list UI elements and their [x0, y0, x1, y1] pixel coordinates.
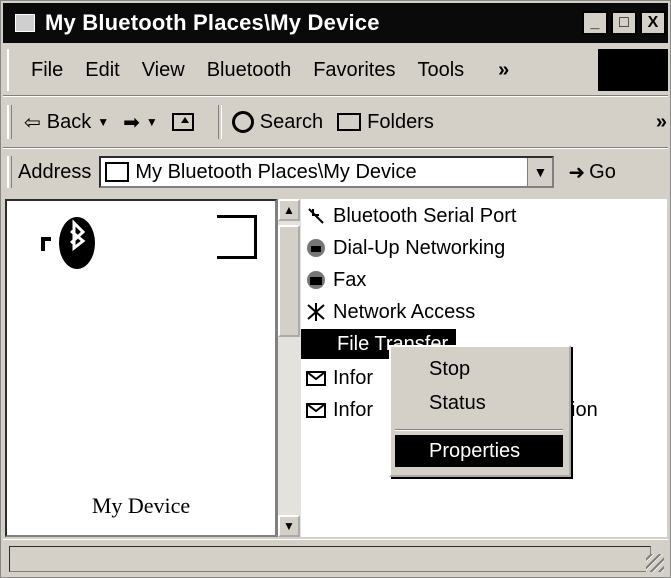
address-dropdown-button[interactable]: ▼: [527, 158, 553, 186]
go-arrow-icon: ➜: [568, 161, 586, 184]
service-label: Fax: [333, 268, 367, 291]
up-folder-button[interactable]: [171, 113, 194, 131]
fax-icon: [305, 269, 327, 291]
window-controls: _ □ X: [582, 11, 666, 35]
go-label: Go: [589, 160, 616, 183]
service-label: Dial-Up Networking: [333, 236, 506, 259]
address-value: My Bluetooth Places\My Device: [135, 160, 417, 183]
service-label: Infor: [333, 366, 374, 389]
network-icon: [305, 301, 327, 323]
back-button[interactable]: ⇦ Back ▼: [24, 110, 109, 135]
title-bar[interactable]: My Bluetooth Places\My Device _ □ X: [3, 3, 668, 43]
selection-frame: [217, 215, 257, 259]
service-item[interactable]: Dial-Up Networking: [305, 233, 505, 263]
menu-bar: File Edit View Bluetooth Favorites Tools…: [7, 49, 599, 91]
service-item[interactable]: Infor: [305, 363, 373, 393]
service-label: Bluetooth Serial Port: [333, 204, 517, 227]
menu-overflow-button[interactable]: »: [498, 59, 509, 82]
address-label: Address: [18, 160, 92, 183]
status-panel: [9, 546, 651, 572]
computer-icon: [105, 162, 130, 182]
context-menu: Stop Status Properties: [389, 345, 571, 477]
scroll-down-button[interactable]: ▼: [278, 515, 300, 537]
minimize-button[interactable]: _: [582, 11, 608, 35]
search-button[interactable]: Search: [231, 110, 324, 134]
scroll-up-button[interactable]: ▲: [278, 199, 300, 221]
menu-view[interactable]: View: [142, 59, 185, 82]
device-preview-pane: My Device: [5, 199, 277, 537]
service-item[interactable]: Fax: [305, 265, 366, 295]
menu-file[interactable]: File: [31, 59, 63, 82]
address-divider: [3, 147, 668, 149]
context-separator: [395, 429, 563, 431]
explorer-window: My Bluetooth Places\My Device _ □ X File…: [0, 0, 671, 578]
context-properties[interactable]: Properties: [395, 435, 563, 467]
context-status[interactable]: Status: [395, 387, 563, 419]
go-button[interactable]: ➜ Go: [568, 160, 615, 185]
folders-icon: [337, 113, 362, 131]
toolbar-separator: [217, 105, 222, 139]
bluetooth-icon: [41, 217, 95, 269]
menu-favorites[interactable]: Favorites: [313, 59, 395, 82]
window-title: My Bluetooth Places\My Device: [45, 10, 380, 35]
menu-tools[interactable]: Tools: [417, 59, 464, 82]
toolbar-grip[interactable]: [7, 105, 12, 139]
forward-arrow-icon: ➡: [123, 111, 140, 134]
serial-port-icon: [305, 205, 327, 227]
service-label-tail: ion: [571, 398, 598, 421]
toolbar-overflow-button[interactable]: »: [656, 111, 667, 134]
folders-label: Folders: [367, 110, 434, 133]
device-label: My Device: [91, 493, 191, 518]
forward-dropdown-icon[interactable]: ▼: [146, 115, 158, 129]
forward-button[interactable]: ➡ ▼: [123, 110, 158, 135]
info-icon: [305, 367, 327, 389]
close-button[interactable]: X: [640, 11, 666, 35]
toolbar-divider: [3, 95, 668, 97]
up-folder-icon: [171, 113, 194, 131]
standard-toolbar: ⇦ Back ▼ ➡ ▼ Search Folders »: [7, 99, 667, 145]
service-label: Network Access: [333, 300, 476, 323]
service-item[interactable]: Bluetooth Serial Port: [305, 201, 516, 231]
vertical-scrollbar[interactable]: ▲ ▼: [277, 199, 301, 537]
address-bar: Address My Bluetooth Places\My Device ▼ …: [7, 151, 667, 193]
resize-grip[interactable]: [646, 554, 664, 572]
window-app-icon[interactable]: [15, 14, 35, 32]
search-icon: [231, 111, 254, 133]
dialup-icon: [305, 237, 327, 259]
menu-edit[interactable]: Edit: [85, 59, 119, 82]
back-dropdown-icon[interactable]: ▼: [97, 115, 109, 129]
scroll-thumb[interactable]: [278, 225, 300, 337]
service-item[interactable]: Network Access: [305, 297, 475, 327]
back-arrow-icon: ⇦: [24, 111, 41, 134]
address-grip[interactable]: [7, 156, 12, 188]
info-sync-icon: [305, 399, 327, 421]
service-label: Infor: [333, 398, 374, 421]
folders-button[interactable]: Folders: [337, 111, 434, 134]
windows-logo-throbber: [598, 49, 668, 91]
back-label: Back: [46, 110, 92, 133]
menu-bluetooth[interactable]: Bluetooth: [207, 59, 292, 82]
address-input[interactable]: My Bluetooth Places\My Device ▼: [99, 156, 555, 188]
status-bar: [3, 539, 668, 576]
search-label: Search: [259, 110, 324, 133]
context-stop[interactable]: Stop: [395, 353, 563, 385]
maximize-button[interactable]: □: [611, 11, 637, 35]
